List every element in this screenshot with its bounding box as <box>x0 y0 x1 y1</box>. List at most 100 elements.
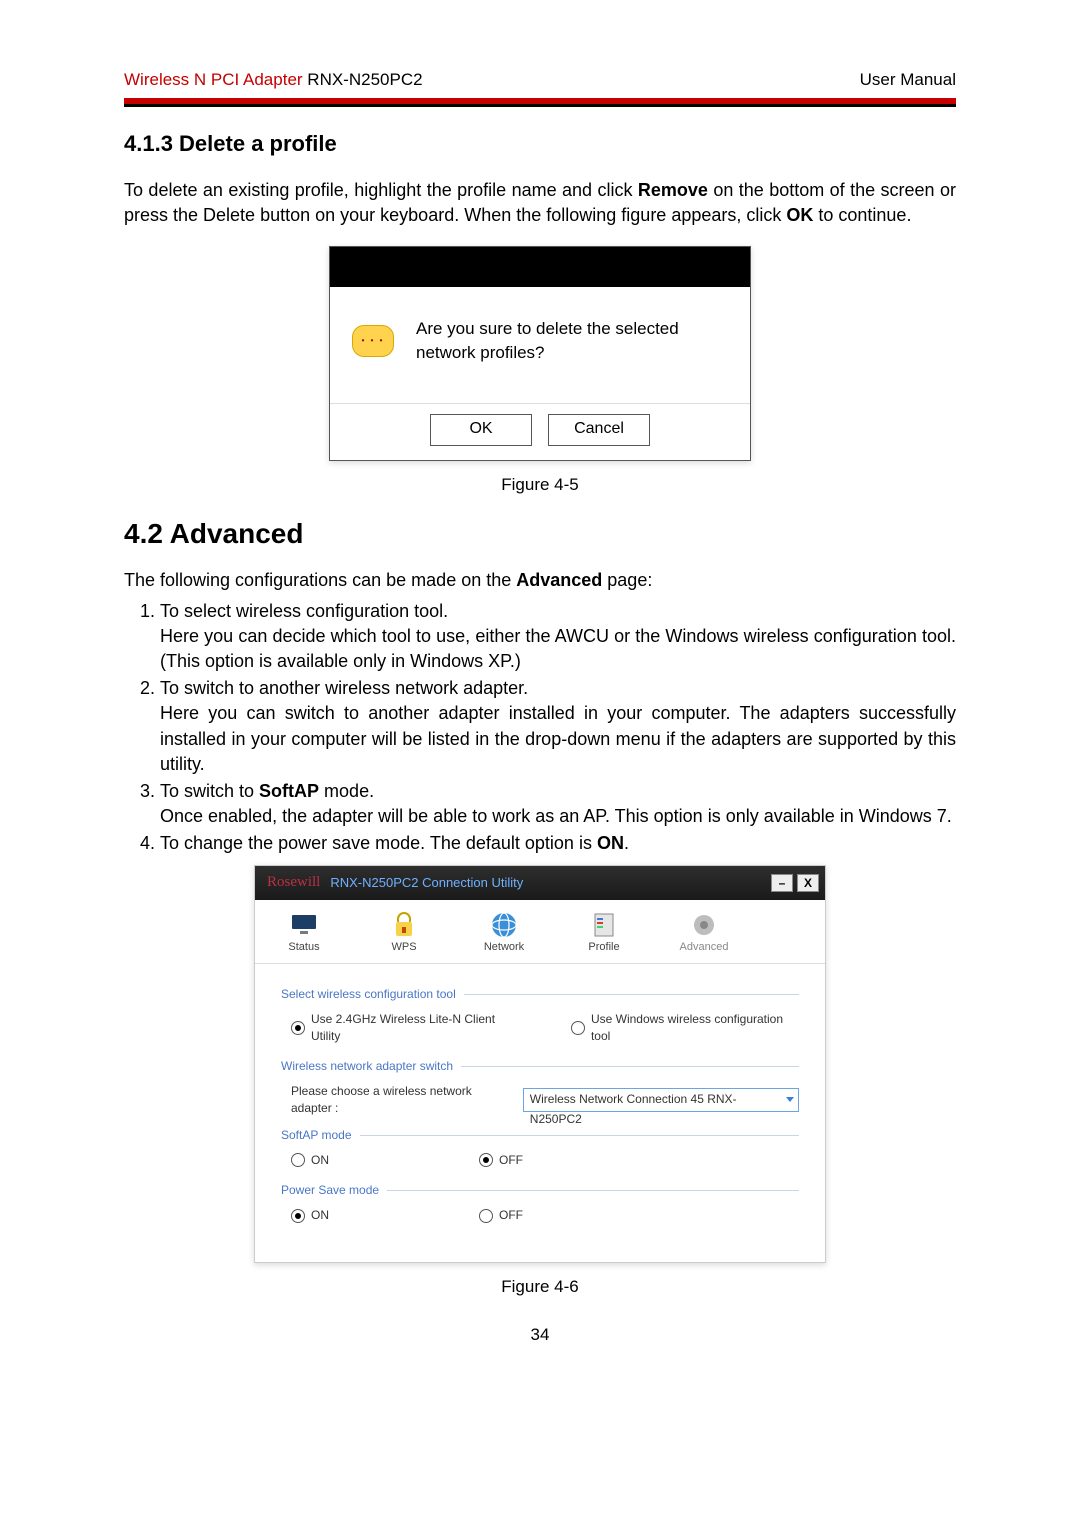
radio-label: Use 2.4GHz Wireless Lite-N Client Utilit… <box>311 1011 521 1045</box>
figure-4-6-caption: Figure 4-6 <box>124 1275 956 1299</box>
text: To delete an existing profile, highlight… <box>124 180 638 200</box>
tab-profile[interactable]: Profile <box>569 910 639 955</box>
figure-4-5-caption: Figure 4-5 <box>124 473 956 497</box>
divider <box>464 994 799 995</box>
section-softap: SoftAP mode <box>281 1127 799 1144</box>
utility-content: Select wireless configuration tool Use 2… <box>255 964 825 1262</box>
section-text: Wireless network adapter switch <box>281 1058 453 1075</box>
cancel-button[interactable]: Cancel <box>548 414 650 446</box>
list-item-2: To switch to another wireless network ad… <box>160 676 956 777</box>
profile-icon <box>588 910 620 940</box>
section-text: SoftAP mode <box>281 1127 352 1144</box>
tab-label: Advanced <box>680 940 729 955</box>
ok-button[interactable]: OK <box>430 414 532 446</box>
warning-icon: • • • <box>352 325 394 357</box>
tab-label: Network <box>484 940 524 955</box>
minimize-button[interactable]: – <box>771 874 793 892</box>
li-body: Here you can switch to another adapter i… <box>160 701 956 777</box>
list-item-4: To change the power save mode. The defau… <box>160 831 956 856</box>
text: To switch to <box>160 781 259 801</box>
tab-label: Profile <box>588 940 619 955</box>
heading-42: 4.2 Advanced <box>124 514 956 553</box>
tab-label: WPS <box>391 940 416 955</box>
radio-dot-icon <box>291 1153 305 1167</box>
dialog-footer: OK Cancel <box>330 403 750 460</box>
tab-wps[interactable]: WPS <box>369 910 439 955</box>
text: to continue. <box>813 205 911 225</box>
utility-titlebar: Rosewill RNX-N250PC2 Connection Utility … <box>255 866 825 900</box>
tab-network[interactable]: Network <box>469 910 539 955</box>
dialog-body: • • • Are you sure to delete the selecte… <box>330 287 750 403</box>
list-item-3: To switch to SoftAP mode. Once enabled, … <box>160 779 956 829</box>
utility-window: Rosewill RNX-N250PC2 Connection Utility … <box>254 865 826 1263</box>
dialog-message: Are you sure to delete the selected netw… <box>416 317 728 365</box>
globe-icon <box>488 910 520 940</box>
dialog-titlebar <box>330 247 750 287</box>
divider <box>387 1190 799 1191</box>
close-button[interactable]: X <box>797 874 819 892</box>
text: page: <box>602 570 652 590</box>
adapter-label: Please choose a wireless network adapter… <box>291 1083 515 1117</box>
radio-label: Use Windows wireless configuration tool <box>591 1011 799 1045</box>
list-item-1: To select wireless configuration tool. H… <box>160 599 956 675</box>
radio-dot-checked-icon <box>291 1021 305 1035</box>
divider <box>461 1066 799 1067</box>
bold-on: ON <box>597 833 624 853</box>
ordered-list-42: To select wireless configuration tool. H… <box>124 599 956 857</box>
product-name-red: Wireless N PCI Adapter <box>124 70 303 89</box>
tab-status[interactable]: Status <box>269 910 339 955</box>
doc-title-right: User Manual <box>860 68 956 92</box>
brand-logo: Rosewill <box>267 872 320 893</box>
text: mode. <box>319 781 374 801</box>
radio-softap-on[interactable]: ON <box>291 1152 329 1169</box>
section-adapter-switch: Wireless network adapter switch <box>281 1058 799 1075</box>
utility-tabs: Status WPS Network Profile <box>255 900 825 964</box>
section-text: Select wireless configuration tool <box>281 986 456 1003</box>
adapter-select[interactable]: Wireless Network Connection 45 RNX-N250P… <box>523 1088 799 1112</box>
radio-lite-n-utility[interactable]: Use 2.4GHz Wireless Lite-N Client Utilit… <box>291 1011 521 1045</box>
doc-title-left: Wireless N PCI Adapter RNX-N250PC2 <box>124 68 423 92</box>
text: The following configurations can be made… <box>124 570 516 590</box>
radio-dot-checked-icon <box>291 1209 305 1223</box>
radio-dot-checked-icon <box>479 1153 493 1167</box>
header-black-bar <box>124 104 956 107</box>
utility-title: RNX-N250PC2 Connection Utility <box>330 874 523 892</box>
text: . <box>624 833 629 853</box>
radio-softap-off[interactable]: OFF <box>479 1152 523 1169</box>
bold-advanced: Advanced <box>516 570 602 590</box>
radio-windows-tool[interactable]: Use Windows wireless configuration tool <box>571 1011 799 1045</box>
product-model: RNX-N250PC2 <box>303 70 423 89</box>
li-body: Here you can decide which tool to use, e… <box>160 624 956 674</box>
li-body: Once enabled, the adapter will be able t… <box>160 804 956 829</box>
section-text: Power Save mode <box>281 1182 379 1199</box>
heading-413: 4.1.3 Delete a profile <box>124 129 956 160</box>
li-line: To switch to another wireless network ad… <box>160 678 528 698</box>
para-413: To delete an existing profile, highlight… <box>124 178 956 228</box>
monitor-icon <box>288 910 320 940</box>
divider <box>360 1135 800 1136</box>
radio-label: ON <box>311 1207 329 1224</box>
radio-powersave-off[interactable]: OFF <box>479 1207 523 1224</box>
section-config-tool: Select wireless configuration tool <box>281 986 799 1003</box>
tab-advanced[interactable]: Advanced <box>669 910 739 955</box>
bold-remove: Remove <box>638 180 708 200</box>
radio-dot-icon <box>479 1209 493 1223</box>
radio-dot-icon <box>571 1021 585 1035</box>
tab-label: Status <box>288 940 319 955</box>
bold-softap: SoftAP <box>259 781 319 801</box>
text: To change the power save mode. The defau… <box>160 833 597 853</box>
confirm-dialog: • • • Are you sure to delete the selecte… <box>329 246 751 461</box>
radio-label: OFF <box>499 1152 523 1169</box>
running-header: Wireless N PCI Adapter RNX-N250PC2 User … <box>124 68 956 96</box>
radio-label: ON <box>311 1152 329 1169</box>
page-number: 34 <box>124 1323 956 1347</box>
section-powersave: Power Save mode <box>281 1182 799 1199</box>
gear-icon <box>688 910 720 940</box>
radio-label: OFF <box>499 1207 523 1224</box>
radio-powersave-on[interactable]: ON <box>291 1207 329 1224</box>
adapter-value: Wireless Network Connection 45 RNX-N250P… <box>530 1092 737 1126</box>
para-42-intro: The following configurations can be made… <box>124 568 956 593</box>
bold-ok: OK <box>786 205 813 225</box>
lock-icon <box>388 910 420 940</box>
li-line: To select wireless configuration tool. <box>160 601 448 621</box>
